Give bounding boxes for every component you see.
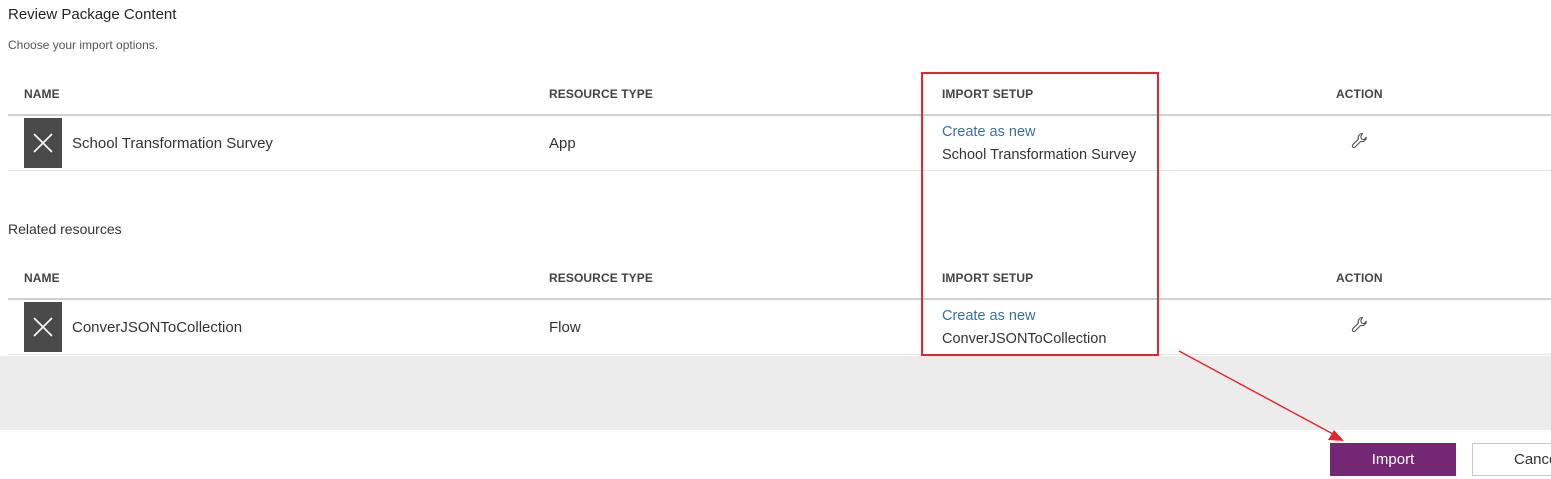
table-row: ConverJSONToCollection Flow Create as ne… [8, 300, 1551, 355]
app-resource-icon [24, 118, 62, 168]
footer-band [0, 356, 1551, 430]
wrench-icon[interactable] [1351, 316, 1369, 339]
import-button[interactable]: Import [1330, 443, 1456, 476]
column-header-action: ACTION [1336, 271, 1383, 285]
related-resources-table: NAME RESOURCE TYPE IMPORT SETUP ACTION C… [8, 257, 1551, 355]
annotation-highlight-box [921, 72, 1159, 356]
page-title: Review Package Content [8, 6, 177, 23]
column-header-name: NAME [24, 271, 60, 285]
column-header-action: ACTION [1336, 87, 1383, 101]
table-header: NAME RESOURCE TYPE IMPORT SETUP ACTION [8, 257, 1551, 300]
column-header-resource-type: RESOURCE TYPE [549, 271, 653, 285]
related-resources-heading: Related resources [8, 221, 122, 237]
table-row: School Transformation Survey App Create … [8, 116, 1551, 171]
resource-name: School Transformation Survey [72, 135, 273, 152]
close-icon [33, 133, 53, 153]
page-subtitle: Choose your import options. [8, 38, 159, 52]
resource-name: ConverJSONToCollection [72, 319, 243, 336]
wrench-icon[interactable] [1351, 132, 1369, 155]
column-header-resource-type: RESOURCE TYPE [549, 87, 653, 101]
resource-type: Flow [549, 319, 581, 336]
package-content-table: NAME RESOURCE TYPE IMPORT SETUP ACTION S… [8, 73, 1551, 171]
column-header-name: NAME [24, 87, 60, 101]
close-icon [33, 317, 53, 337]
table-header: NAME RESOURCE TYPE IMPORT SETUP ACTION [8, 73, 1551, 116]
flow-resource-icon [24, 302, 62, 352]
resource-type: App [549, 135, 576, 152]
cancel-button[interactable]: Cancel [1472, 443, 1551, 476]
